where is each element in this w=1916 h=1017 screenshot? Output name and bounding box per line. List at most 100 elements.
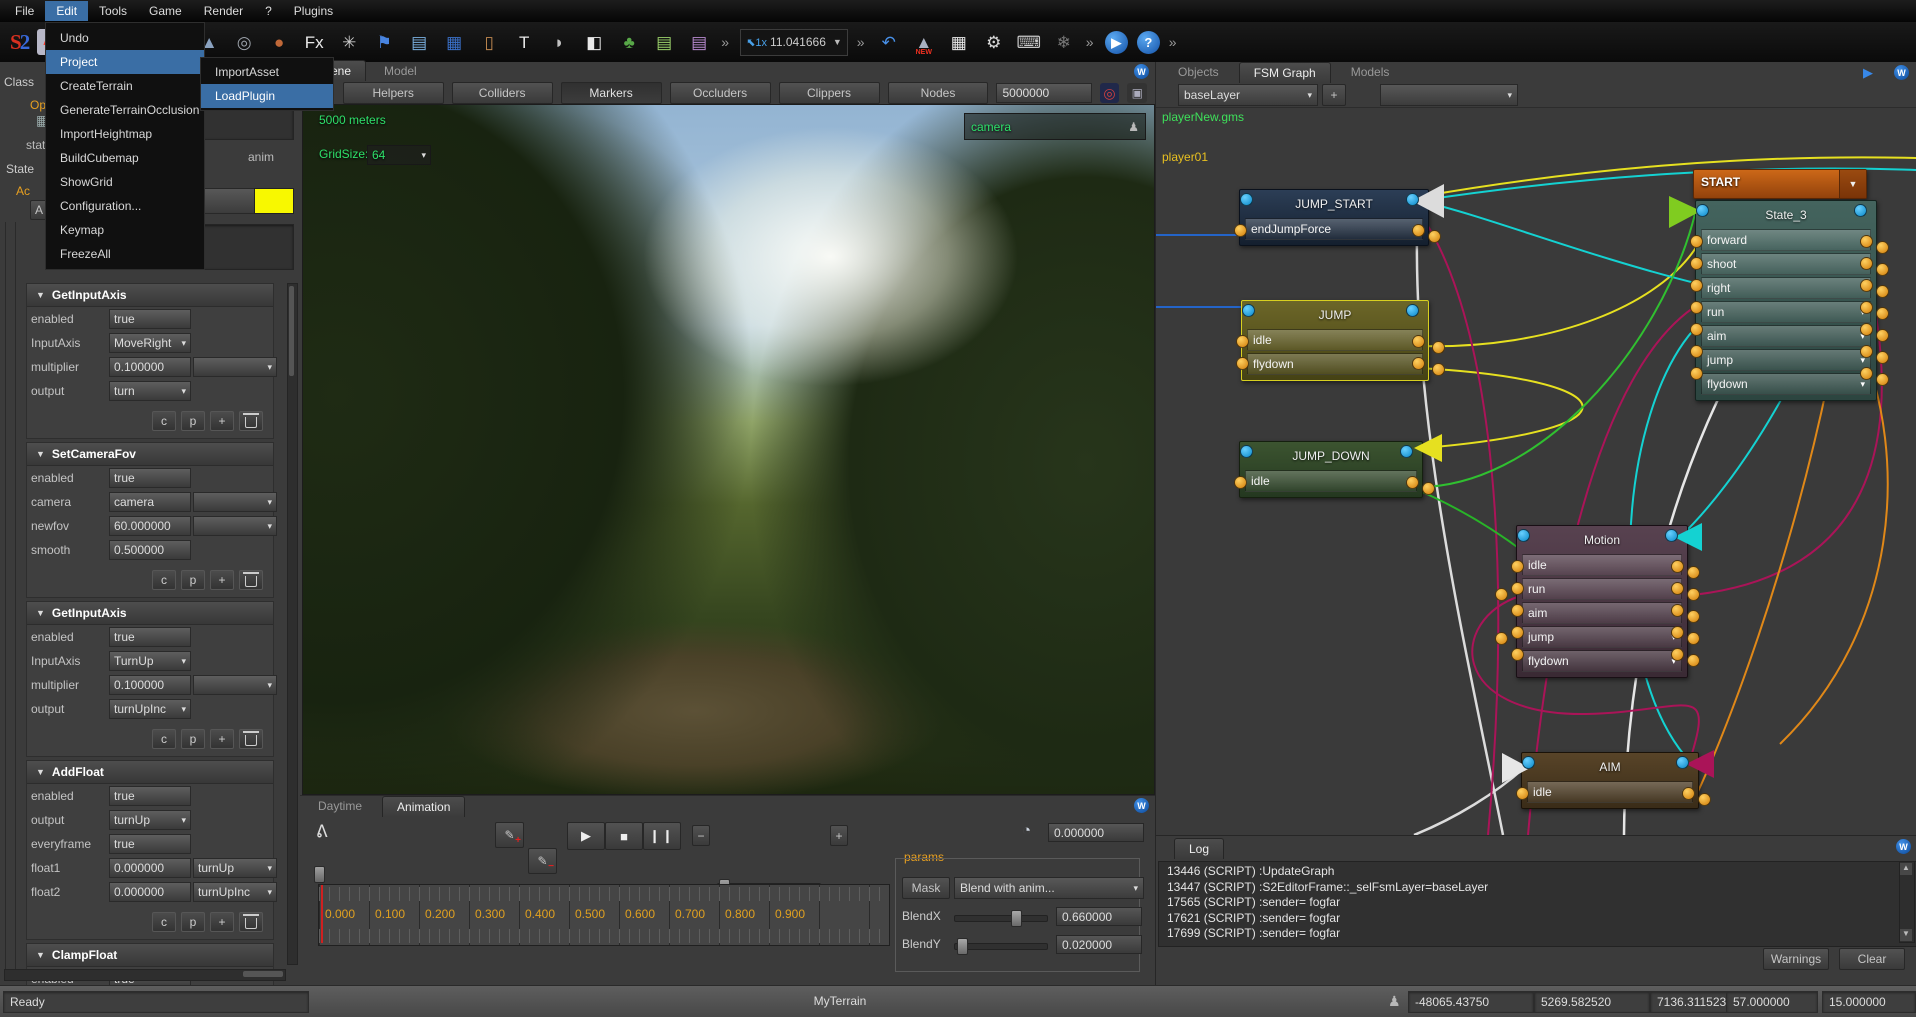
tab-daytime[interactable]: Daytime	[304, 796, 376, 816]
play-button[interactable]: ▶	[567, 822, 605, 850]
add-layer-button[interactable]: +	[1322, 84, 1346, 106]
film-reel-icon[interactable]: ✳	[336, 29, 362, 55]
paste-button[interactable]: p	[181, 411, 205, 431]
tire-icon[interactable]: ◎	[231, 29, 257, 55]
log-scrollbar[interactable]: ▲▼	[1899, 861, 1915, 943]
zoom-out-button[interactable]: −	[692, 825, 710, 846]
text-tool-icon[interactable]: T	[511, 29, 537, 55]
bonsai-icon[interactable]: ♣	[616, 29, 642, 55]
help-icon[interactable]: ?	[1137, 31, 1160, 54]
property-value-field[interactable]: turnUpInc▾	[109, 699, 191, 719]
slot-port-left[interactable]	[1234, 476, 1247, 489]
slot-port-right[interactable]	[1860, 367, 1873, 380]
menubar-item-file[interactable]: File	[4, 1, 45, 21]
slot-port-right[interactable]	[1682, 787, 1695, 800]
wire-junction-dot[interactable]	[1876, 373, 1889, 386]
wire-junction-dot[interactable]	[1422, 482, 1435, 495]
anim-slot-dropdown[interactable]: flydown▾	[1522, 650, 1682, 672]
section-header[interactable]: ▼SetCameraFov	[27, 443, 273, 466]
section-header[interactable]: ▼ClampFloat	[27, 944, 273, 967]
stop-button[interactable]: ■	[605, 822, 643, 850]
slot-port-left[interactable]	[1690, 367, 1703, 380]
wire-junction-dot[interactable]	[1495, 588, 1508, 601]
log-warnings-button[interactable]: Warnings	[1763, 948, 1829, 970]
anim-slot-dropdown[interactable]: idle▾	[1527, 781, 1693, 803]
property-value-field[interactable]: true	[109, 834, 191, 854]
edit-menu-item-showgrid[interactable]: ShowGrid	[46, 170, 204, 194]
property-ref-dropdown[interactable]: ▾	[193, 675, 277, 695]
copy-button[interactable]: c	[152, 411, 176, 431]
out-port[interactable]	[1400, 445, 1413, 458]
fsm-node-start[interactable]: START▼	[1693, 169, 1867, 199]
slot-port-left[interactable]	[1511, 604, 1524, 617]
blendy-value[interactable]: 0.020000	[1056, 935, 1142, 954]
slot-port-right[interactable]	[1860, 301, 1873, 314]
paste-button[interactable]: p	[181, 570, 205, 590]
wire-junction-dot[interactable]	[1876, 307, 1889, 320]
fsm-node-motion[interactable]: Motionidle▾run▾aim▾jump▾flydown▾	[1516, 525, 1688, 678]
slot-port-right[interactable]	[1860, 279, 1873, 292]
viewport-button-colliders[interactable]: Colliders	[452, 82, 553, 104]
timeline-ruler[interactable]: 0.0000.1000.2000.3000.4000.5000.6000.700…	[318, 884, 890, 946]
wire-junction-dot[interactable]	[1687, 588, 1700, 601]
property-value-field[interactable]: true	[109, 468, 191, 488]
slot-port-left[interactable]	[1511, 648, 1524, 661]
fsm-graph-canvas[interactable]: playerNew.gms player01 JUMP_STARTendJump…	[1156, 108, 1916, 835]
properties-hscrollbar[interactable]	[4, 969, 286, 981]
property-ref-dropdown[interactable]: turnUpInc▾	[193, 882, 277, 902]
copy-button[interactable]: c	[152, 570, 176, 590]
menubar-item-edit[interactable]: Edit	[45, 1, 88, 21]
wire-junction-dot[interactable]	[1432, 341, 1445, 354]
submenu-item-loadplugin[interactable]: LoadPlugin	[201, 84, 333, 108]
doc-purple-icon[interactable]: ▤	[686, 29, 712, 55]
gizmo-icon[interactable]: ◎	[1100, 83, 1120, 103]
grid-icon[interactable]: ▦	[946, 29, 972, 55]
overflow-chevron[interactable]: »	[721, 34, 731, 50]
copy-button[interactable]: c	[152, 729, 176, 749]
slot-port-left[interactable]	[1511, 582, 1524, 595]
property-value-field[interactable]: 0.100000	[109, 357, 191, 377]
slot-port-left[interactable]	[1690, 257, 1703, 270]
anim-slot-dropdown[interactable]: idle▾	[1245, 470, 1417, 492]
keyboard-icon[interactable]: ⌨	[1016, 29, 1042, 55]
pause-button[interactable]: ❙❙	[643, 822, 681, 850]
menubar-item-render[interactable]: Render	[193, 1, 254, 21]
wire-junction-dot[interactable]	[1687, 632, 1700, 645]
collapse-icon[interactable]: ▼	[36, 608, 45, 618]
anim-slot-dropdown[interactable]: flydown▾	[1701, 373, 1871, 395]
blendx-slider[interactable]	[954, 915, 1048, 922]
menubar-item-plugins[interactable]: Plugins	[283, 1, 344, 21]
slot-port-right[interactable]	[1671, 560, 1684, 573]
doc-green-icon[interactable]: ▤	[651, 29, 677, 55]
in-port[interactable]	[1240, 445, 1253, 458]
mask-button[interactable]: Mask	[902, 877, 950, 899]
wire-junction-dot[interactable]	[1687, 566, 1700, 579]
viewport-button-occluders[interactable]: Occluders	[670, 82, 771, 104]
edit-menu-item-project[interactable]: Project	[46, 50, 204, 74]
add-button[interactable]: +	[210, 729, 234, 749]
remove-key-button[interactable]: ✎−	[528, 848, 557, 874]
viewport-button-helpers[interactable]: Helpers	[343, 82, 444, 104]
undo-icon[interactable]: ↶	[876, 29, 902, 55]
play-icon[interactable]: ▶	[1105, 31, 1128, 54]
collapse-icon[interactable]: ▼	[36, 290, 45, 300]
clipboard-icon[interactable]: ▯	[476, 29, 502, 55]
start-dropdown-icon[interactable]: ▼	[1839, 170, 1866, 198]
edit-menu-item-importheightmap[interactable]: ImportHeightmap	[46, 122, 204, 146]
property-ref-dropdown[interactable]: turnUp▾	[193, 858, 277, 878]
out-port[interactable]	[1676, 756, 1689, 769]
section-header[interactable]: ▼AddFloat	[27, 761, 273, 784]
paste-button[interactable]: p	[181, 729, 205, 749]
log-output[interactable]: 13446 (SCRIPT) :UpdateGraph13447 (SCRIPT…	[1158, 861, 1916, 947]
anim-tab[interactable]: anim	[248, 150, 274, 164]
wire-junction-dot[interactable]	[1698, 793, 1711, 806]
tab-fsm-graph[interactable]: FSM Graph	[1239, 62, 1331, 83]
fsm-node-jump_start[interactable]: JUMP_STARTendJumpForce▾	[1239, 189, 1429, 246]
window-dock-icon[interactable]: W	[1134, 64, 1149, 79]
add-button[interactable]: +	[210, 912, 234, 932]
viewport-button-markers[interactable]: Markers	[561, 82, 662, 104]
edit-menu-item-createterrain[interactable]: CreateTerrain	[46, 74, 204, 98]
anim-slot-dropdown[interactable]: endJumpForce▾	[1245, 218, 1423, 240]
wire-junction-dot[interactable]	[1687, 654, 1700, 667]
gear-icon[interactable]: ⚙	[981, 29, 1007, 55]
